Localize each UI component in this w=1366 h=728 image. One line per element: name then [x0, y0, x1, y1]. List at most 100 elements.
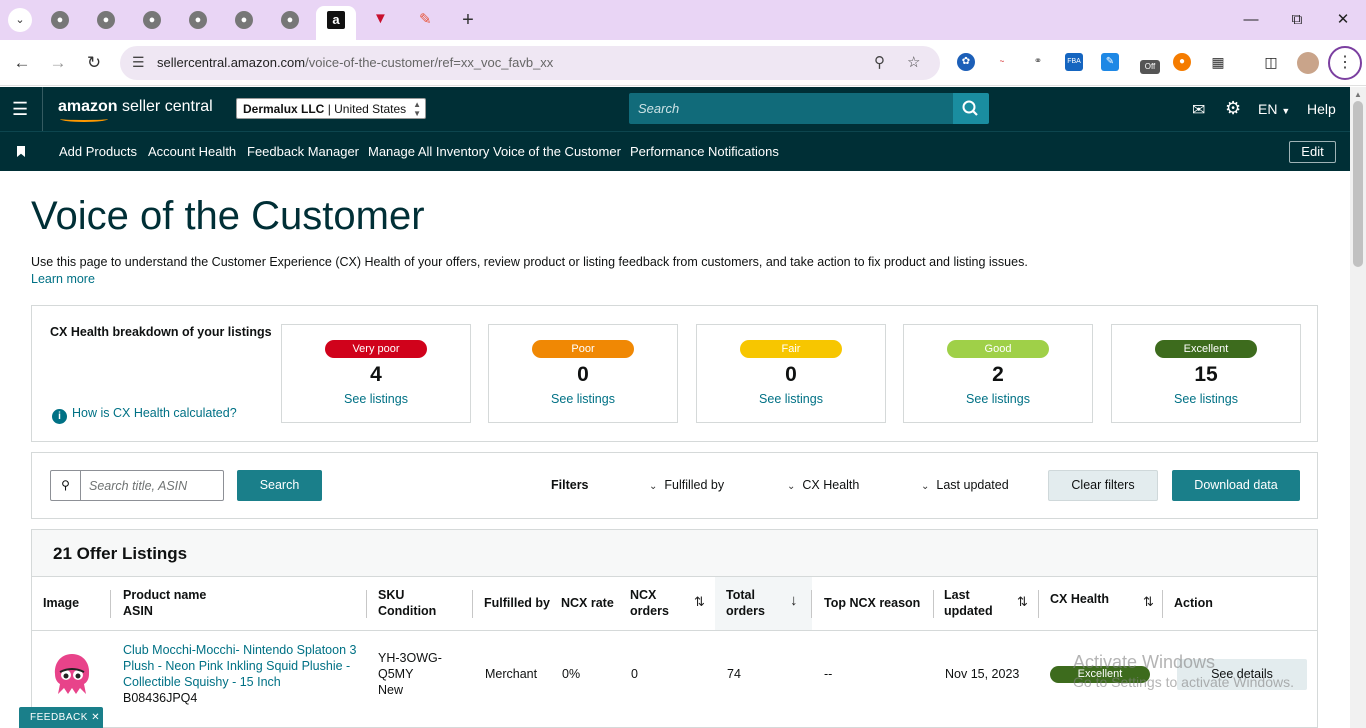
tab-red-triangle-icon[interactable]: ▼: [373, 10, 388, 27]
chevron-down-icon: ⌄: [787, 481, 796, 492]
scrollbar-thumb[interactable]: [1353, 101, 1363, 267]
cx-count: 2: [992, 363, 1004, 386]
bookmark-star-icon[interactable]: ☆: [907, 53, 920, 71]
edit-nav-button[interactable]: Edit: [1289, 141, 1336, 163]
extension-icon[interactable]: ●: [1173, 53, 1191, 71]
col-cx-health[interactable]: CX Health: [1050, 591, 1109, 607]
nav-account-health[interactable]: Account Health: [148, 144, 236, 159]
cx-health-badge: Excellent: [1050, 666, 1150, 683]
settings-gear-icon[interactable]: ⚙: [1225, 98, 1241, 119]
page-title: Voice of the Customer: [31, 194, 425, 238]
feedback-tab[interactable]: FEEDBACK ✕: [19, 707, 103, 728]
col-fulfilled-by[interactable]: Fulfilled by: [484, 595, 550, 611]
col-ncx-orders[interactable]: NCX orders: [630, 587, 669, 619]
see-listings-link[interactable]: See listings: [697, 392, 885, 406]
extension-icon[interactable]: ✎: [1101, 53, 1119, 71]
tab-globe-icon[interactable]: ●: [235, 11, 253, 29]
col-ncx-rate[interactable]: NCX rate: [561, 595, 614, 611]
col-total-orders[interactable]: Total orders: [726, 587, 765, 619]
tab-globe-icon[interactable]: ●: [189, 11, 207, 29]
cx-pill-fair: Fair: [740, 340, 842, 358]
extensions-puzzle-icon[interactable]: ▦: [1209, 53, 1227, 71]
amazon-seller-central-logo[interactable]: amazon seller central: [58, 98, 213, 122]
new-tab-plus-icon[interactable]: +: [458, 8, 478, 32]
close-icon[interactable]: ✕: [91, 712, 100, 723]
tab-globe-icon[interactable]: ●: [143, 11, 161, 29]
col-product-name[interactable]: Product name ASIN: [123, 587, 206, 619]
learn-more-link[interactable]: Learn more: [31, 272, 95, 286]
header-row-divider: [32, 630, 1317, 631]
clear-filters-button[interactable]: Clear filters: [1048, 470, 1158, 501]
header-search-input[interactable]: [629, 93, 953, 124]
product-name-link[interactable]: Club Mocchi-Mocchi- Nintendo Splatoon 3 …: [123, 642, 363, 690]
page-scrollbar[interactable]: ▲: [1350, 87, 1366, 728]
tab-globe-icon[interactable]: ●: [97, 11, 115, 29]
col-top-ncx-reason[interactable]: Top NCX reason: [824, 595, 920, 611]
account-selector[interactable]: Dermalux LLC | United States ▲ ▼: [236, 98, 426, 119]
tab-globe-icon[interactable]: ●: [281, 11, 299, 29]
search-button[interactable]: Search: [237, 470, 322, 501]
mail-icon[interactable]: ✉: [1192, 100, 1205, 120]
help-link[interactable]: Help: [1307, 101, 1336, 117]
back-arrow-icon[interactable]: ←: [10, 51, 34, 75]
nav-add-products[interactable]: Add Products: [59, 144, 137, 159]
download-data-button[interactable]: Download data: [1172, 470, 1300, 501]
extension-icon[interactable]: ~: [993, 53, 1011, 71]
see-listings-link[interactable]: See listings: [1112, 392, 1300, 406]
filter-cx-health[interactable]: ⌄ CX Health: [787, 478, 859, 492]
browser-menu-icon[interactable]: ⋮: [1328, 46, 1362, 80]
url-omnibox[interactable]: ☰ sellercentral.amazon.com/voice-of-the-…: [120, 46, 940, 80]
tab-globe-icon[interactable]: ●: [51, 11, 69, 29]
reload-icon[interactable]: ↻: [82, 51, 106, 75]
close-window-icon[interactable]: ✕: [1330, 8, 1356, 32]
last-updated-value: Nov 15, 2023: [945, 667, 1020, 681]
cx-health-panel: CX Health breakdown of your listings i Ho…: [31, 305, 1318, 442]
listing-search-input[interactable]: [82, 471, 222, 500]
minimize-icon[interactable]: —: [1238, 8, 1264, 32]
url-text[interactable]: sellercentral.amazon.com/voice-of-the-cu…: [157, 55, 553, 70]
extension-icon[interactable]: ⚭: [1029, 53, 1047, 71]
tab-search-chevron-icon[interactable]: ⌄: [8, 8, 32, 32]
nav-manage-inventory[interactable]: Manage All Inventory: [368, 144, 489, 159]
cx-health-how-link[interactable]: i How is CX Health calculated?: [52, 406, 237, 424]
nav-performance-notifications[interactable]: Performance Notifications: [630, 144, 779, 159]
cx-card-fair: Fair 0 See listings: [696, 324, 886, 423]
listing-search-box[interactable]: ⚲: [50, 470, 224, 501]
sort-desc-arrow-icon[interactable]: ↓: [790, 592, 798, 609]
zoom-icon[interactable]: ⚲: [874, 53, 885, 71]
see-listings-link[interactable]: See listings: [489, 392, 677, 406]
filter-last-updated[interactable]: ⌄ Last updated: [921, 478, 1009, 492]
see-details-button[interactable]: See details: [1177, 659, 1307, 690]
product-thumbnail-image[interactable]: [52, 652, 92, 696]
language-selector[interactable]: EN ▼: [1258, 101, 1290, 117]
extension-icon[interactable]: ✿: [957, 53, 975, 71]
sort-icon[interactable]: ⇅: [694, 594, 705, 610]
sort-icon[interactable]: ⇅: [1143, 594, 1154, 610]
see-listings-link[interactable]: See listings: [904, 392, 1092, 406]
header-search-button[interactable]: [953, 93, 989, 124]
header-search[interactable]: [629, 93, 953, 124]
hamburger-menu-icon[interactable]: ☰: [12, 99, 30, 119]
product-sku: YH-3OWG- Q5MY New: [378, 651, 442, 697]
scroll-up-icon[interactable]: ▲: [1354, 90, 1362, 99]
tab-pencil-icon[interactable]: ✎: [419, 10, 432, 28]
col-last-updated[interactable]: Last updated: [944, 587, 993, 619]
tab-amazon-active[interactable]: a: [316, 6, 356, 40]
see-listings-link[interactable]: See listings: [282, 392, 470, 406]
bookmark-icon[interactable]: [17, 146, 25, 157]
site-settings-icon[interactable]: ☰: [132, 54, 145, 71]
extension-fba-icon[interactable]: FBA: [1065, 53, 1083, 71]
col-image: Image: [43, 596, 80, 610]
nav-feedback-manager[interactable]: Feedback Manager: [247, 144, 359, 159]
nav-voice-of-customer[interactable]: Voice of the Customer: [493, 144, 621, 159]
col-sku-condition[interactable]: SKU Condition: [378, 587, 436, 619]
sort-icon[interactable]: ⇅: [1017, 594, 1028, 610]
forward-arrow-icon[interactable]: →: [46, 51, 70, 75]
filter-fulfilled-by[interactable]: ⌄ Fulfilled by: [649, 478, 724, 492]
ncx-rate-value: 0%: [562, 667, 581, 681]
profile-avatar[interactable]: [1297, 52, 1319, 74]
extension-off-badge[interactable]: Off: [1140, 60, 1160, 74]
side-panel-icon[interactable]: ◫: [1262, 53, 1280, 71]
restore-icon[interactable]: ⧉: [1284, 8, 1310, 32]
seller-central-header: ☰ amazon seller central Dermalux LLC | U…: [0, 87, 1350, 131]
